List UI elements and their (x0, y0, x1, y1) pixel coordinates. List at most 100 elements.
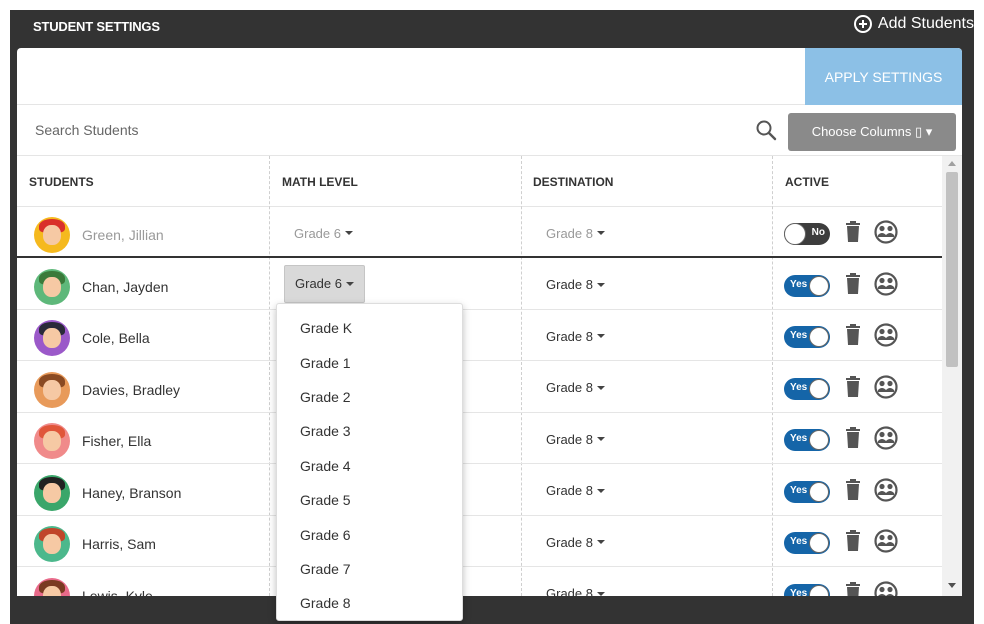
avatar (34, 423, 70, 459)
dropdown-option[interactable]: Grade 3 (277, 414, 462, 448)
avatar (34, 577, 70, 596)
dropdown-option[interactable]: Grade 6 (277, 517, 462, 551)
table-row: Davies, Bradley Grade 6 Grade 8 Yes (17, 362, 942, 413)
active-toggle[interactable]: Yes (784, 583, 830, 597)
trash-icon[interactable] (845, 427, 861, 449)
caret-down-icon (344, 231, 353, 235)
scroll-up-icon[interactable] (948, 161, 956, 166)
destination-select[interactable]: Grade 8 (536, 424, 615, 454)
transfer-icon[interactable] (874, 271, 898, 296)
trash-icon[interactable] (845, 324, 861, 346)
avatar (34, 320, 70, 356)
transfer-icon[interactable] (874, 580, 898, 597)
search-input[interactable] (27, 115, 727, 145)
transfer-icon[interactable] (874, 220, 898, 244)
destination-select[interactable]: Grade 8 (536, 476, 615, 506)
avatar-face (43, 379, 61, 400)
student-cell: Chan, Jayden (34, 268, 169, 305)
student-name: Davies, Bradley (82, 381, 181, 398)
dropdown-option[interactable]: Grade 5 (277, 483, 462, 517)
math-level-select[interactable]: Grade 6 (284, 264, 365, 303)
caret-down-icon (596, 282, 605, 287)
toggle-knob (809, 327, 829, 347)
toggle-knob (809, 275, 829, 296)
destination-select[interactable]: Grade 8 (536, 270, 615, 300)
caret-down-icon (596, 540, 605, 544)
transfer-icon[interactable] (874, 374, 898, 399)
transfer-icon[interactable] (874, 529, 898, 553)
destination-select[interactable]: Grade 8 (536, 321, 615, 351)
active-toggle[interactable]: Yes (784, 274, 830, 297)
transfer-icon[interactable] (874, 323, 898, 347)
table-row: Cole, Bella Grade 6 Grade 8 Yes (17, 310, 942, 361)
avatar-face (43, 225, 61, 245)
active-toggle-label: Yes (790, 433, 808, 444)
math-level-select[interactable]: Grade 6 (284, 218, 363, 248)
student-cell: Green, Jillian (34, 217, 164, 253)
active-toggle[interactable]: Yes (784, 532, 830, 554)
apply-settings-button[interactable]: APPLY SETTINGS (805, 48, 962, 105)
transfer-icon[interactable] (874, 477, 898, 502)
caret-down-icon (345, 281, 354, 286)
table-row: Lewis, Kyle Grade 6 Grade 8 Yes (17, 568, 942, 597)
trash-icon[interactable] (845, 581, 861, 597)
destination-value: Grade 8 (546, 586, 593, 596)
app-frame: STUDENT SETTINGS Add Students APPLY SETT… (10, 10, 974, 624)
caret-down-icon (596, 437, 605, 441)
toggle-knob (809, 430, 829, 450)
destination-value: Grade 8 (546, 534, 593, 550)
choose-columns-button[interactable]: Choose Columns ▯ ▾ (788, 113, 956, 151)
dropdown-option[interactable]: Grade 4 (277, 449, 462, 483)
destination-select[interactable]: Grade 8 (536, 373, 615, 403)
caret-down-icon (596, 231, 605, 235)
dropdown-option[interactable]: Grade K (277, 311, 462, 345)
dropdown-option[interactable]: Grade 2 (277, 380, 462, 414)
active-toggle-label: Yes (790, 587, 808, 597)
dropdown-option[interactable]: Grade 8 (277, 586, 462, 620)
trash-icon[interactable] (845, 478, 861, 501)
student-name: Cole, Bella (82, 330, 150, 346)
dropdown-option[interactable]: Grade 7 (277, 552, 462, 586)
avatar-face (43, 328, 61, 348)
active-toggle[interactable]: Yes (784, 480, 830, 503)
student-name: Harris, Sam (82, 536, 156, 552)
active-toggle[interactable]: Yes (784, 326, 830, 348)
active-toggle-label: No (811, 227, 825, 238)
toggle-knob (784, 223, 806, 245)
col-header-math-level[interactable]: MATH LEVEL (270, 156, 358, 207)
trash-icon[interactable] (845, 221, 861, 243)
dropdown-option[interactable]: Grade 1 (277, 345, 462, 379)
apply-bar: APPLY SETTINGS (17, 48, 962, 105)
settings-panel: APPLY SETTINGS Choose Columns ▯ ▾ STUDEN… (17, 48, 962, 596)
destination-select[interactable]: Grade 8 (536, 218, 615, 248)
active-toggle[interactable]: Yes (784, 429, 830, 451)
col-header-destination[interactable]: DESTINATION (521, 156, 613, 207)
math-level-dropdown-menu: Grade K Grade 1 Grade 2 Grade 3 Grade 4 Grade… (276, 303, 463, 621)
avatar-face (43, 276, 61, 297)
col-header-students[interactable]: STUDENTS (17, 156, 94, 207)
scroll-down-icon[interactable] (948, 583, 956, 588)
destination-select[interactable]: Grade 8 (536, 527, 615, 557)
transfer-icon[interactable] (874, 426, 898, 450)
table-row: Chan, Jayden Grade 6 Grade 8 Yes (17, 259, 942, 310)
trash-icon[interactable] (845, 272, 861, 295)
avatar-face (43, 431, 61, 451)
trash-icon[interactable] (845, 530, 861, 552)
avatar (34, 268, 70, 305)
scroll-thumb[interactable] (946, 172, 958, 367)
student-name: Chan, Jayden (82, 278, 169, 295)
trash-icon[interactable] (845, 375, 861, 398)
avatar (34, 474, 70, 511)
toggle-knob (809, 481, 829, 502)
add-students-button[interactable]: Add Students (853, 15, 974, 33)
active-toggle[interactable]: Yes (784, 377, 830, 400)
active-toggle[interactable]: No (784, 223, 830, 245)
table-header: STUDENTS MATH LEVEL DESTINATION ACTIVE (17, 156, 942, 207)
col-header-active[interactable]: ACTIVE (773, 156, 829, 207)
destination-select[interactable]: Grade 8 (536, 579, 615, 596)
student-cell: Cole, Bella (34, 320, 150, 356)
search-icon[interactable] (755, 119, 777, 141)
student-name: Fisher, Ella (82, 433, 152, 449)
student-name: Green, Jillian (82, 227, 164, 243)
table-scrollbar[interactable] (942, 156, 962, 596)
